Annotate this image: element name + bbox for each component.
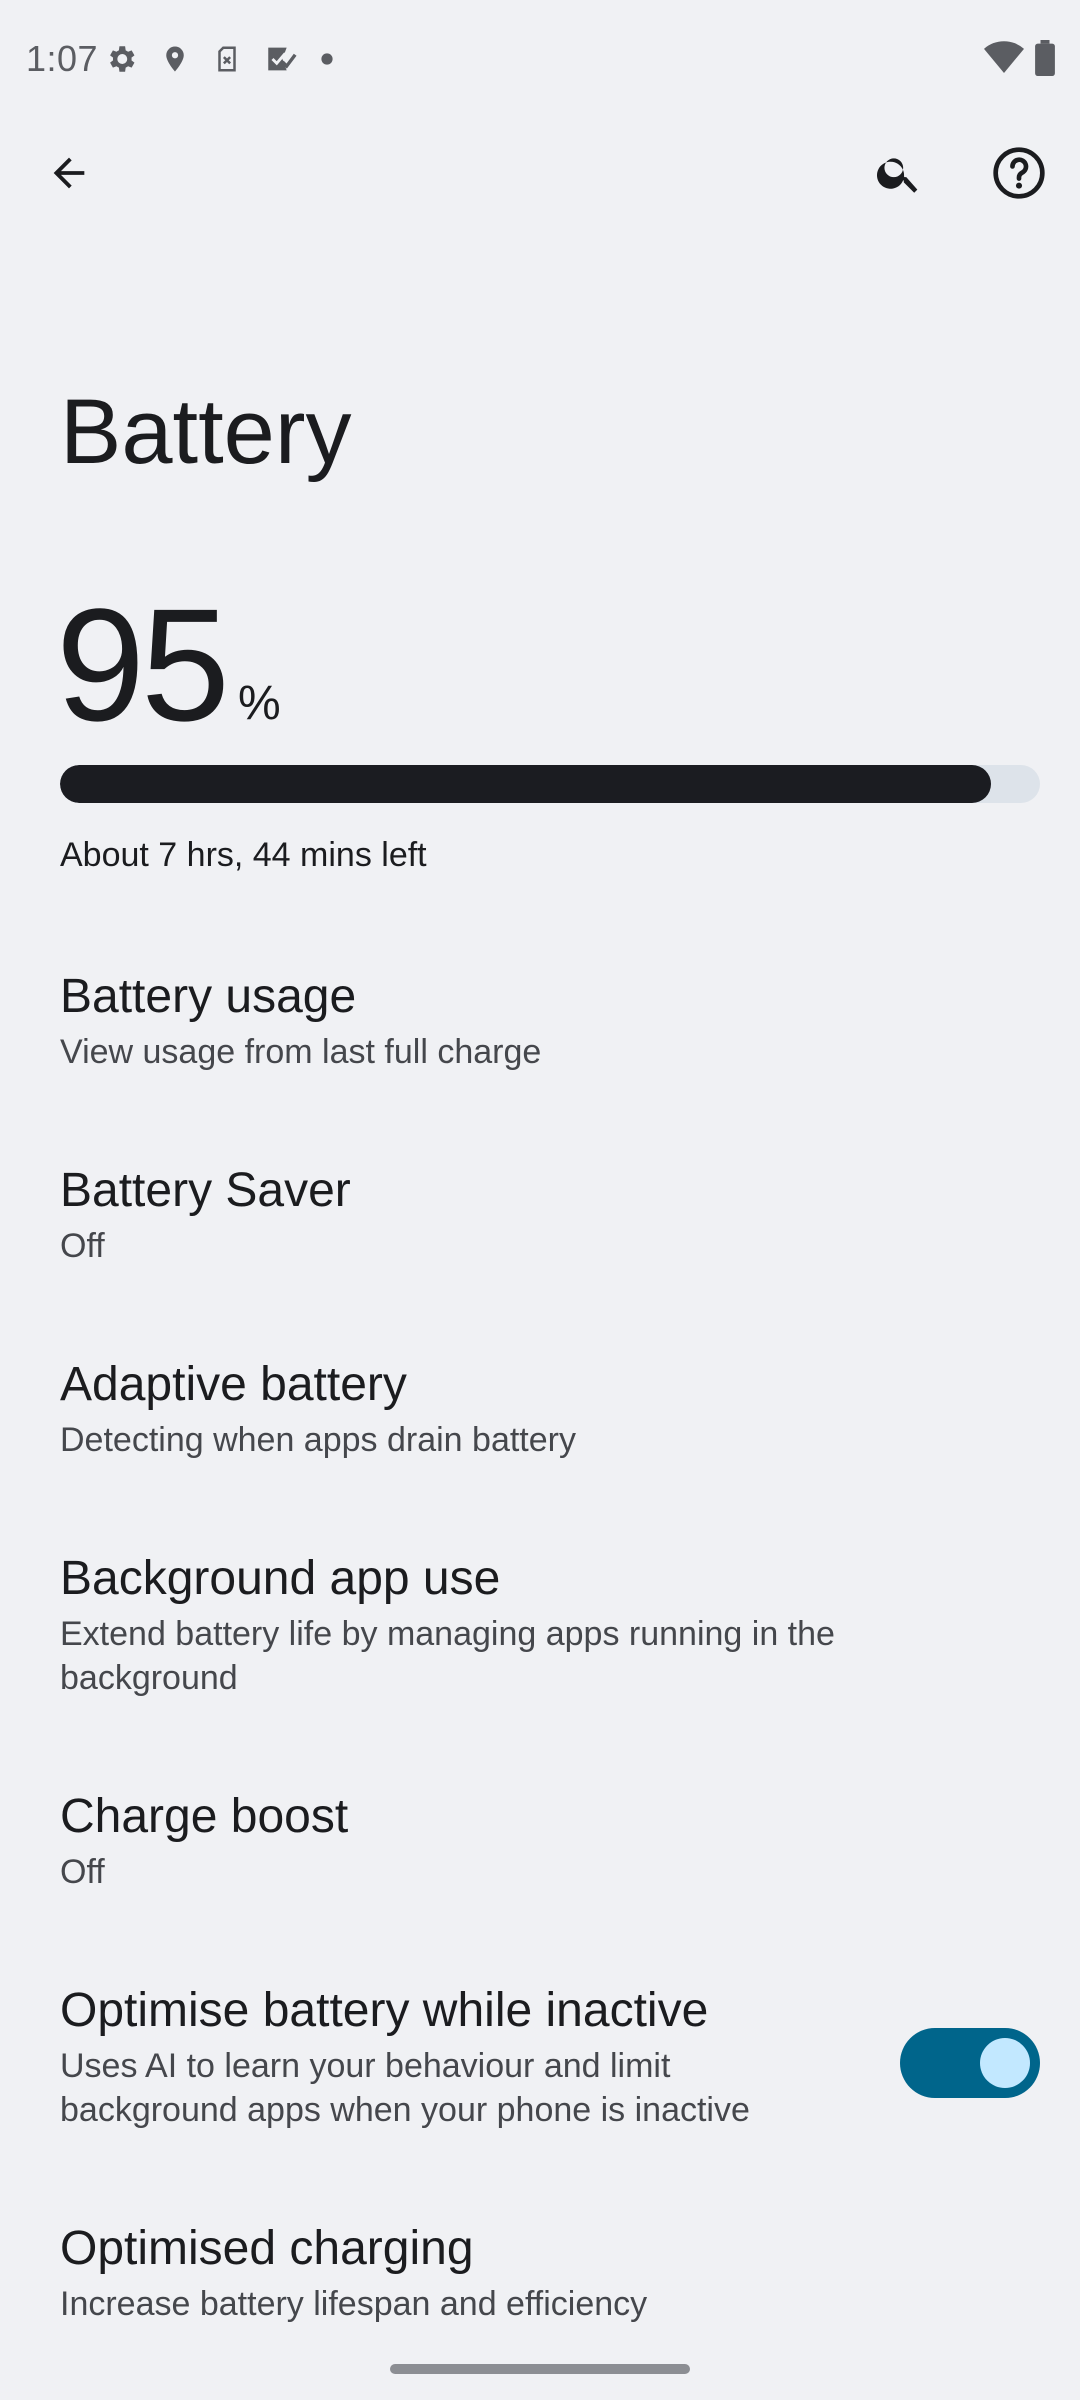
setting-battery-usage[interactable]: Battery usage View usage from last full … <box>0 940 1080 1134</box>
setting-summary: Extend battery life by managing apps run… <box>60 1614 835 1697</box>
status-notification-icons <box>104 42 334 76</box>
top-app-bar <box>0 130 1080 220</box>
setting-title: Charge boost <box>60 1790 349 1843</box>
wifi-icon <box>984 41 1024 75</box>
setting-summary: Off <box>60 1852 105 1891</box>
help-button[interactable] <box>974 130 1064 220</box>
task-check-icon <box>264 42 298 76</box>
setting-optimised-charging[interactable]: Optimised charging Increase battery life… <box>0 2192 1080 2386</box>
battery-time-remaining: About 7 hrs, 44 mins left <box>60 836 427 874</box>
help-icon <box>991 145 1047 206</box>
setting-summary: View usage from last full charge <box>60 1032 542 1071</box>
search-button[interactable] <box>854 130 944 220</box>
setting-adaptive-battery[interactable]: Adaptive battery Detecting when apps dra… <box>0 1328 1080 1522</box>
dot-icon <box>320 52 334 66</box>
back-button[interactable] <box>24 130 114 220</box>
status-system-icons <box>984 40 1056 76</box>
settings-list: Battery usage View usage from last full … <box>0 940 1080 2386</box>
status-bar: 1:07 <box>0 0 1080 120</box>
optimise-inactive-toggle[interactable] <box>900 2028 1040 2098</box>
battery-icon <box>1034 40 1056 76</box>
setting-title: Background app use <box>60 1552 501 1605</box>
setting-background-app-use[interactable]: Background app use Extend battery life b… <box>0 1522 1080 1760</box>
status-time: 1:07 <box>26 38 99 79</box>
sim-off-icon <box>212 42 242 76</box>
setting-title: Adaptive battery <box>60 1358 407 1411</box>
back-arrow-icon <box>46 150 92 201</box>
battery-level-bar <box>60 765 1040 803</box>
setting-summary: Increase battery lifespan and efficiency <box>60 2284 648 2323</box>
battery-level: 95 % <box>56 585 281 745</box>
search-icon <box>874 148 924 203</box>
setting-summary: Off <box>60 1226 105 1265</box>
gesture-navigation-handle[interactable] <box>390 2364 690 2374</box>
setting-charge-boost[interactable]: Charge boost Off <box>0 1760 1080 1954</box>
setting-summary: Detecting when apps drain battery <box>60 1420 576 1459</box>
battery-level-bar-fill <box>60 765 991 803</box>
setting-title: Battery usage <box>60 970 357 1023</box>
gear-icon <box>104 42 138 76</box>
page-title: Battery <box>60 381 352 483</box>
setting-summary: Uses AI to learn your behaviour and limi… <box>60 2046 750 2129</box>
setting-title: Optimise battery while inactive <box>60 1984 709 2037</box>
setting-title: Battery Saver <box>60 1164 351 1217</box>
location-icon <box>160 42 190 76</box>
setting-optimise-battery-while-inactive[interactable]: Optimise battery while inactive Uses AI … <box>0 1954 1080 2192</box>
battery-percentage-value: 95 <box>56 575 230 754</box>
setting-title: Optimised charging <box>60 2222 474 2275</box>
setting-battery-saver[interactable]: Battery Saver Off <box>0 1134 1080 1328</box>
toggle-knob <box>980 2038 1030 2088</box>
battery-percentage-unit: % <box>237 677 281 730</box>
